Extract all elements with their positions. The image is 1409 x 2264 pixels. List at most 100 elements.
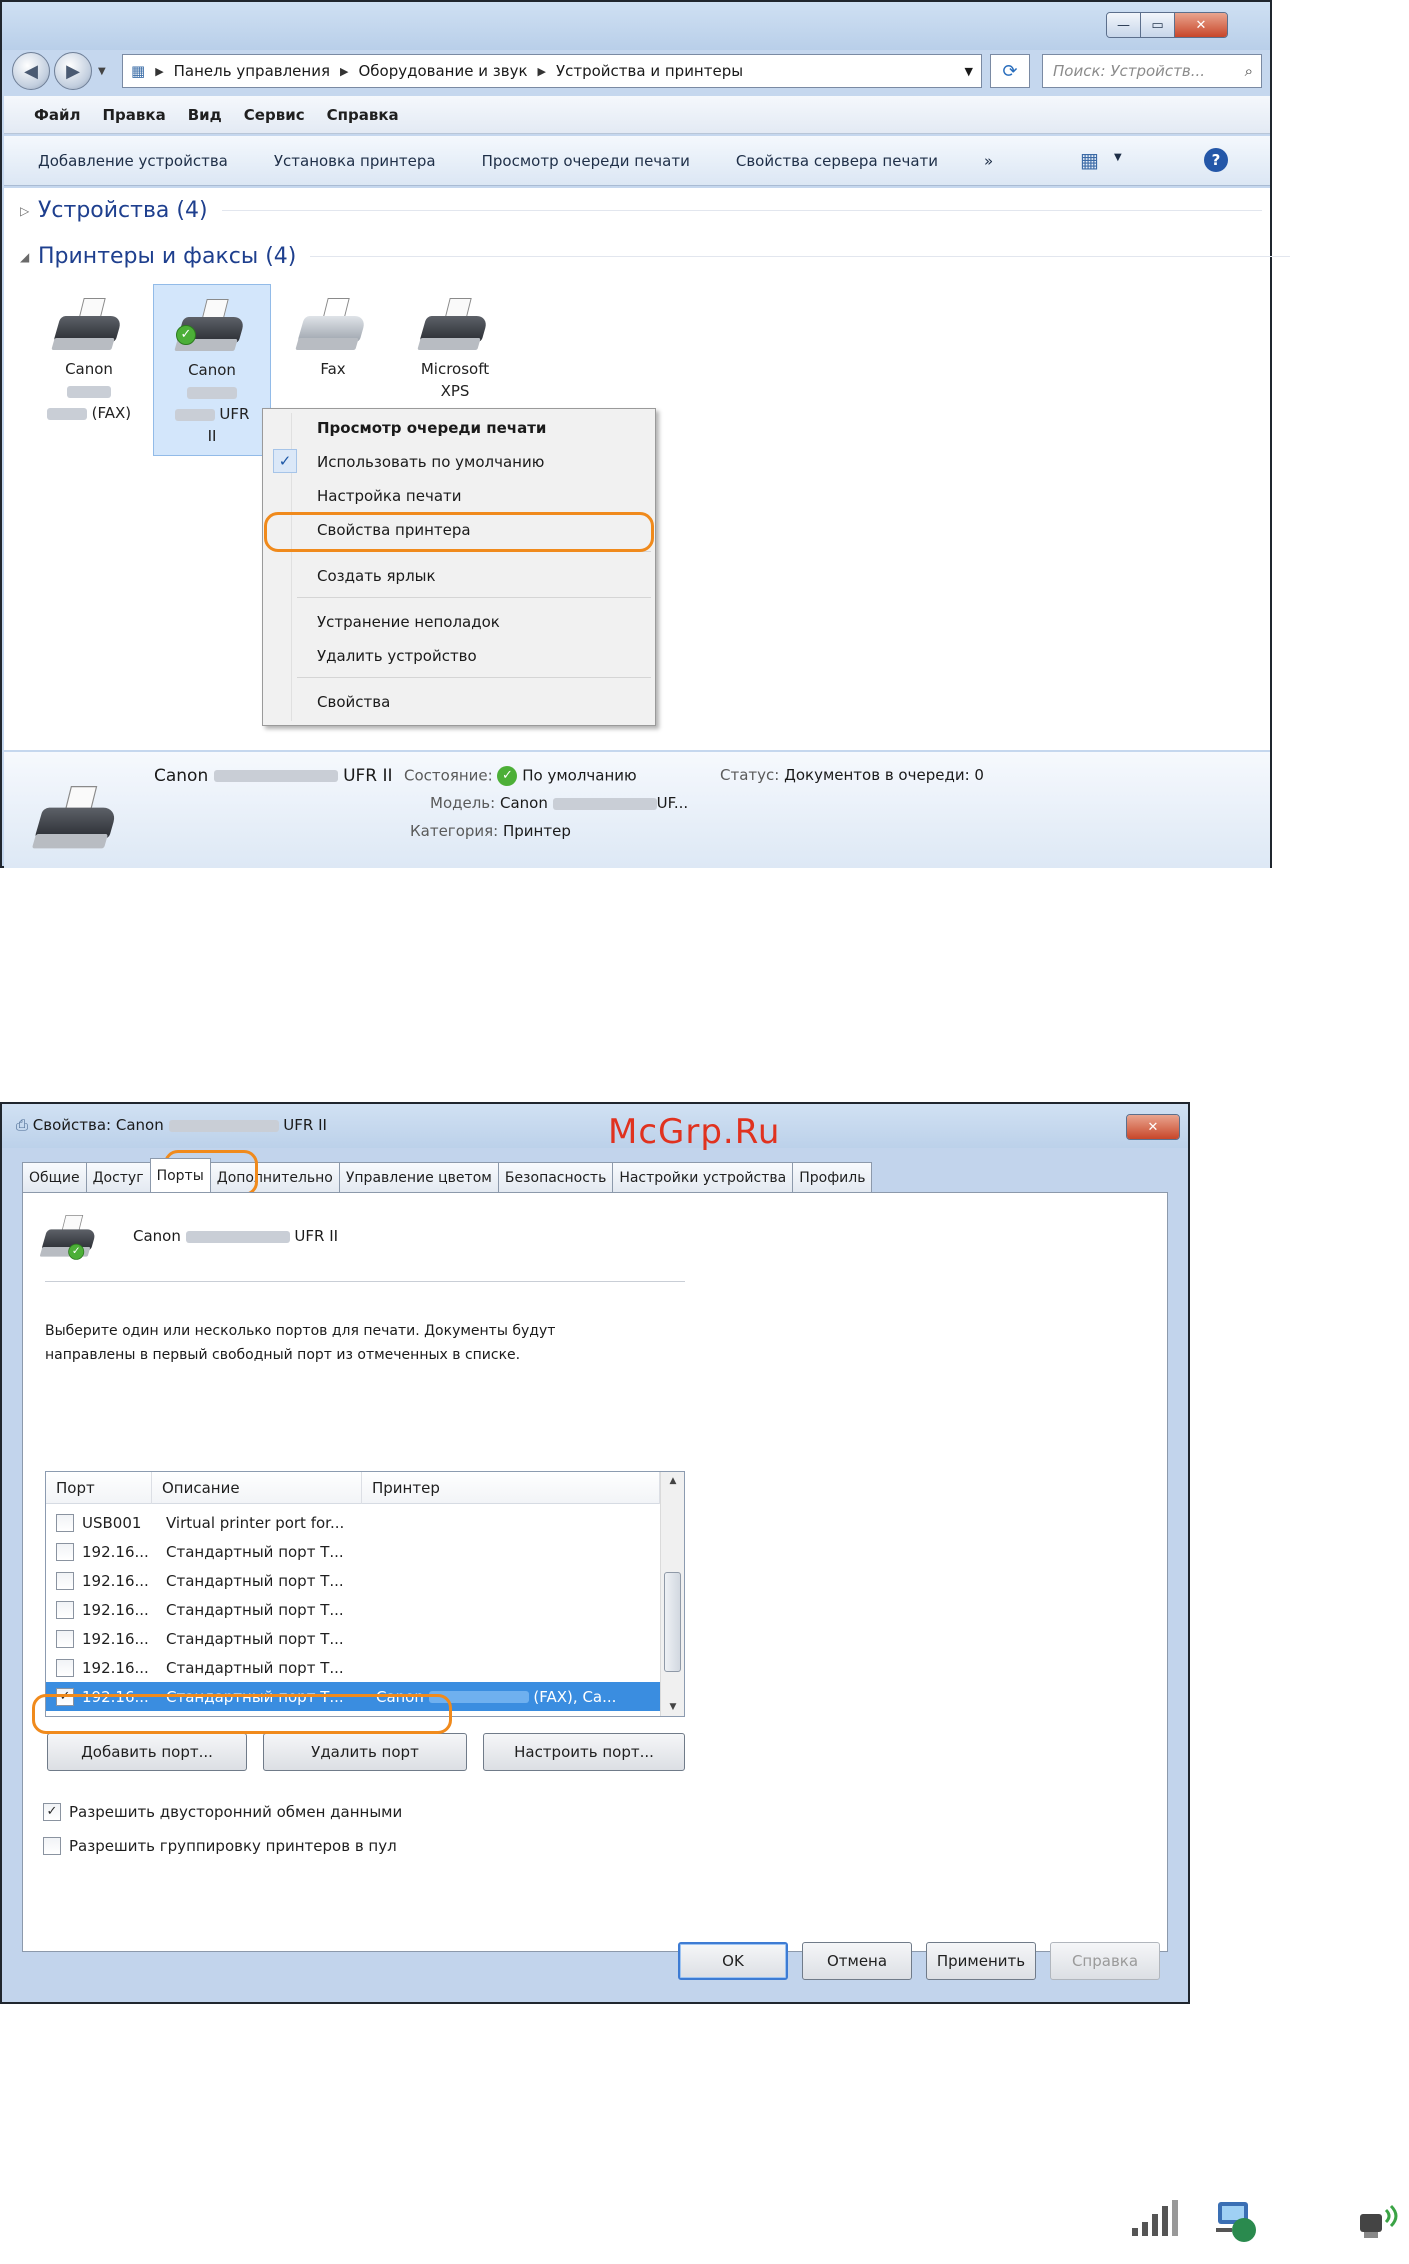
- close-button[interactable]: ✕: [1127, 1115, 1179, 1139]
- add-device-button[interactable]: Добавление устройства: [38, 152, 228, 170]
- menu-view[interactable]: Вид: [188, 106, 222, 124]
- refresh-button[interactable]: ⟳: [990, 54, 1030, 88]
- printer-name-suffix: (FAX): [30, 402, 148, 424]
- checkbox[interactable]: [43, 1837, 61, 1855]
- tab-security[interactable]: Безопасность: [497, 1162, 614, 1192]
- ports-list[interactable]: Порт Описание Принтер USB001 Virtual pri…: [45, 1471, 685, 1717]
- address-bar[interactable]: ▦ ▶ Панель управления ▶ Оборудование и з…: [122, 54, 982, 88]
- divider: [45, 1281, 685, 1282]
- breadcrumb-devices[interactable]: Устройства и принтеры: [556, 62, 743, 80]
- menu-help[interactable]: Справка: [327, 106, 399, 124]
- port-checkbox[interactable]: [56, 1513, 74, 1532]
- details-pane: Canon UFR II Состояние: ✓ По умолчанию С…: [4, 752, 1270, 868]
- ports-list-scrollbar[interactable]: ▲ ▼: [660, 1472, 684, 1716]
- blurred-model: [154, 381, 270, 403]
- breadcrumb-control-panel[interactable]: Панель управления: [174, 62, 330, 80]
- close-button[interactable]: ✕: [1175, 13, 1227, 37]
- menu-item-remove-device[interactable]: Удалить устройство: [317, 647, 477, 665]
- tab-device-settings[interactable]: Настройки устройства: [612, 1162, 794, 1192]
- tab-general[interactable]: Общие: [22, 1162, 87, 1192]
- recent-pages-chevron-icon[interactable]: ▼: [98, 66, 106, 77]
- minimize-button[interactable]: —: [1107, 13, 1141, 37]
- menu-bar: Файл Правка Вид Сервис Справка: [4, 96, 1270, 134]
- checkbox-checked[interactable]: ✓: [43, 1803, 61, 1821]
- tab-color-management[interactable]: Управление цветом: [338, 1162, 499, 1192]
- column-printer[interactable]: Принтер: [362, 1472, 660, 1504]
- printer-icon: [51, 298, 125, 356]
- printer-name: Fax: [320, 360, 346, 378]
- view-queue-button[interactable]: Просмотр очереди печати: [482, 152, 690, 170]
- menu-item-troubleshoot[interactable]: Устранение неполадок: [317, 613, 500, 631]
- port-row[interactable]: 192.16... Стандартный порт Т...: [46, 1653, 660, 1682]
- port-row[interactable]: 192.16... Стандартный порт Т...: [46, 1566, 660, 1595]
- maximize-button[interactable]: ▭: [1141, 13, 1175, 37]
- printers-group-header[interactable]: ◢ Принтеры и факсы (4): [20, 244, 1291, 269]
- address-dropdown-icon[interactable]: ▼: [965, 65, 973, 78]
- scroll-down-icon[interactable]: ▼: [661, 1702, 685, 1712]
- port-row[interactable]: USB001 Virtual printer port for...: [46, 1508, 660, 1537]
- menu-tools[interactable]: Сервис: [244, 106, 305, 124]
- pooling-checkbox[interactable]: Разрешить группировку принтеров в пул: [43, 1837, 397, 1855]
- default-check-icon: ✓: [176, 325, 196, 345]
- menu-item-view-queue[interactable]: Просмотр очереди печати: [317, 419, 546, 437]
- details-status: Статус: Документов в очереди: 0: [720, 766, 984, 784]
- add-printer-button[interactable]: Установка принтера: [274, 152, 436, 170]
- server-properties-button[interactable]: Свойства сервера печати: [736, 152, 938, 170]
- printer-icon: ✓: [174, 299, 248, 357]
- port-checkbox[interactable]: [56, 1658, 74, 1677]
- column-port[interactable]: Порт: [46, 1472, 152, 1504]
- bidirectional-checkbox[interactable]: ✓ Разрешить двусторонний обмен данными: [43, 1803, 402, 1821]
- menu-file[interactable]: Файл: [34, 106, 81, 124]
- port-checkbox[interactable]: [56, 1542, 74, 1561]
- port-row[interactable]: 192.16... Стандартный порт Т...: [46, 1624, 660, 1653]
- menu-item-print-preferences[interactable]: Настройка печати: [317, 487, 462, 505]
- printer-item-canon-fax[interactable]: Canon (FAX): [30, 284, 148, 424]
- port-description: Стандартный порт Т...: [166, 1658, 344, 1677]
- help-icon[interactable]: ?: [1204, 148, 1228, 172]
- printer-item-xps[interactable]: Microsoft XPS: [396, 284, 514, 402]
- search-input[interactable]: Поиск: Устройств... ⌕: [1042, 54, 1262, 88]
- details-printer-icon: [31, 786, 120, 856]
- instructions: Выберите один или несколько портов для п…: [45, 1323, 556, 1363]
- back-button[interactable]: ◀: [12, 52, 50, 90]
- dialog-title-bar: ⎙ Свойства: Canon UFR II McGrp.Ru ✕: [2, 1104, 1188, 1152]
- tab-profile[interactable]: Профиль: [792, 1162, 873, 1192]
- command-bar: Добавление устройства Установка принтера…: [4, 136, 1270, 186]
- port-checkbox[interactable]: [56, 1629, 74, 1648]
- port-row[interactable]: 192.16... Стандартный порт Т...: [46, 1537, 660, 1566]
- add-port-button[interactable]: Добавить порт...: [47, 1733, 247, 1771]
- more-commands-button[interactable]: »: [984, 152, 993, 170]
- view-dropdown-icon[interactable]: ▼: [1114, 152, 1122, 163]
- breadcrumb-hardware[interactable]: Оборудование и звук: [358, 62, 527, 80]
- printer-item-canon-ufr[interactable]: ✓ Canon UFR II: [153, 284, 271, 456]
- scroll-up-icon[interactable]: ▲: [661, 1476, 685, 1486]
- delete-port-button[interactable]: Удалить порт: [263, 1733, 467, 1771]
- tab-ports[interactable]: Порты: [149, 1158, 211, 1192]
- printer-name-suffix: UFR: [154, 403, 270, 425]
- scrollbar-thumb[interactable]: [664, 1572, 681, 1672]
- port-row[interactable]: 192.16... Стандартный порт Т...: [46, 1595, 660, 1624]
- apply-button[interactable]: Применить: [926, 1942, 1036, 1980]
- menu-edit[interactable]: Правка: [103, 106, 166, 124]
- view-options-icon[interactable]: ▦: [1080, 148, 1099, 172]
- printer-name: Canon: [65, 360, 113, 378]
- menu-item-properties[interactable]: Свойства: [317, 693, 390, 711]
- port-description: Стандартный порт Т...: [166, 1571, 344, 1590]
- tab-sharing[interactable]: Достуг: [85, 1162, 151, 1192]
- menu-item-set-default[interactable]: Использовать по умолчанию: [317, 453, 544, 471]
- printer-item-fax[interactable]: Fax: [274, 284, 392, 380]
- column-description[interactable]: Описание: [152, 1472, 362, 1504]
- port-checkbox[interactable]: [56, 1571, 74, 1590]
- ok-button[interactable]: OK: [678, 1942, 788, 1980]
- collapsed-arrow-icon: ▷: [20, 203, 30, 218]
- cancel-button[interactable]: Отмена: [802, 1942, 912, 1980]
- caption-buttons: — ▭ ✕: [1106, 12, 1228, 38]
- help-button[interactable]: Справка: [1050, 1942, 1160, 1980]
- printer-name: Canon UFR II: [133, 1227, 339, 1245]
- configure-port-button[interactable]: Настроить порт...: [483, 1733, 685, 1771]
- menu-item-create-shortcut[interactable]: Создать ярлык: [317, 567, 436, 585]
- search-icon[interactable]: ⌕: [1245, 62, 1253, 80]
- forward-button[interactable]: ▶: [54, 52, 92, 90]
- port-checkbox[interactable]: [56, 1600, 74, 1619]
- devices-group-header[interactable]: ▷ Устройства (4): [20, 198, 1262, 223]
